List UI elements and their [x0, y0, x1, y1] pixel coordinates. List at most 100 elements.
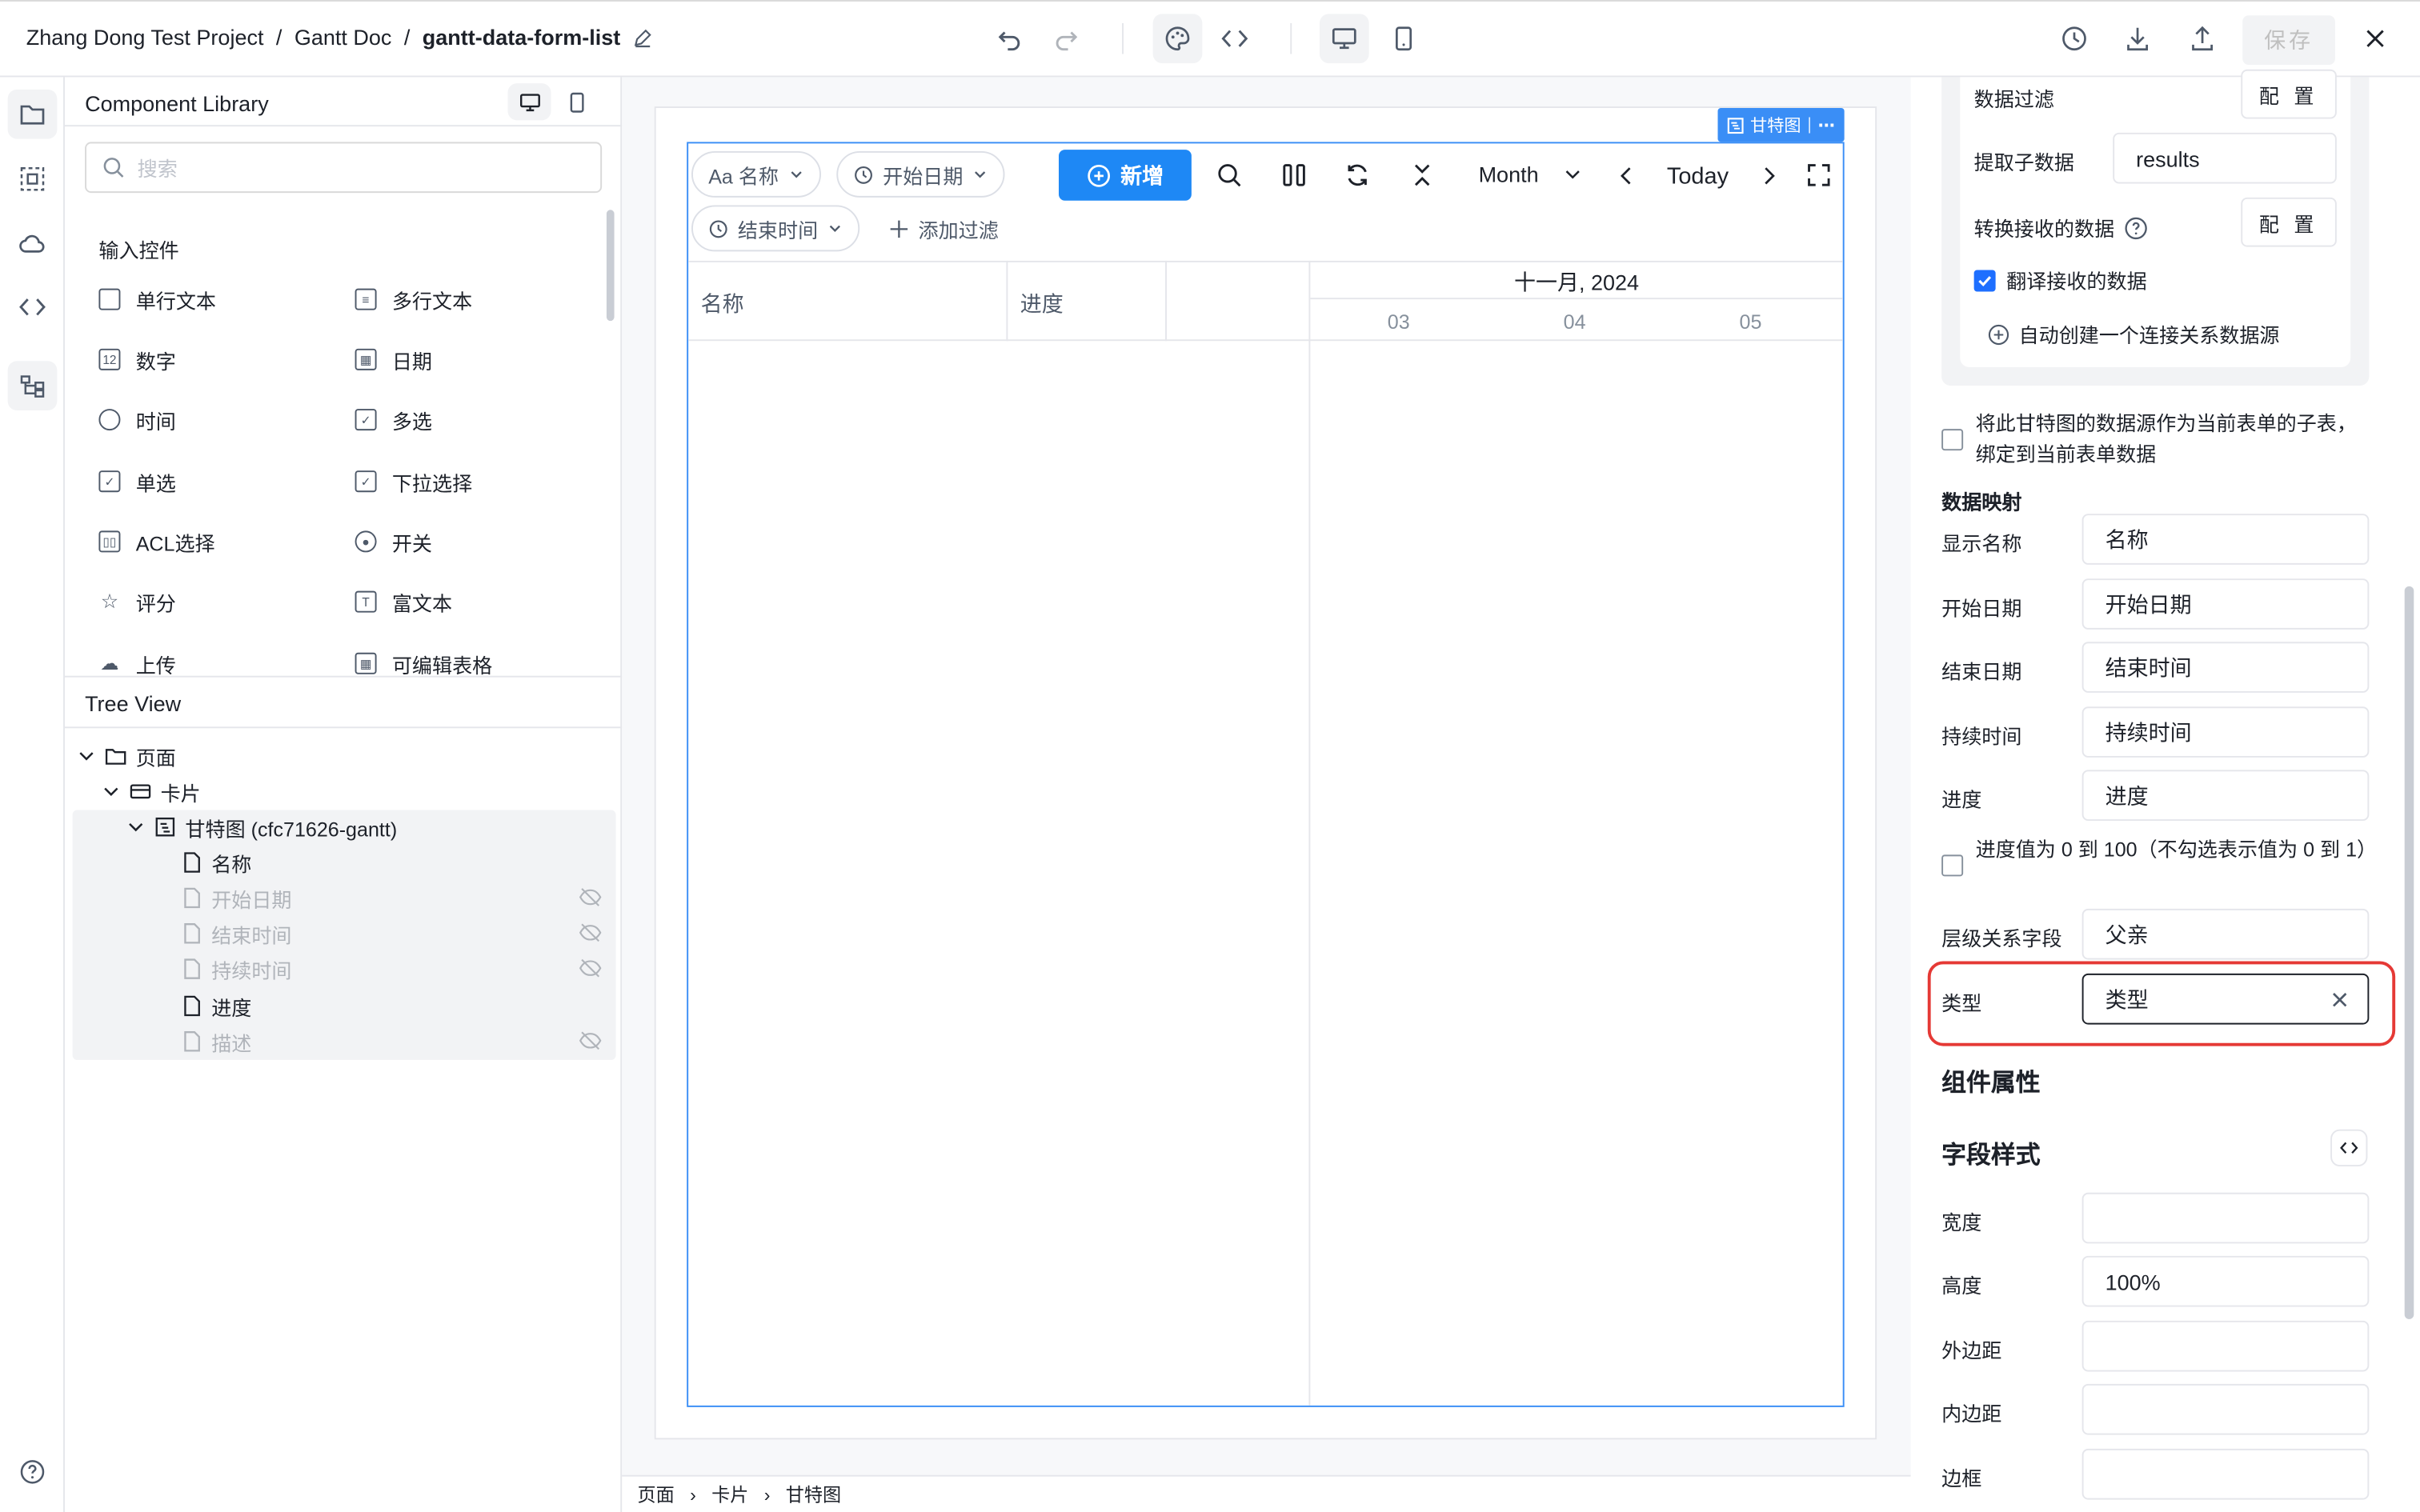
- chevron-down-icon[interactable]: [126, 818, 145, 836]
- clear-icon[interactable]: [2330, 990, 2349, 1008]
- tree-node-field-progress[interactable]: 进度: [182, 989, 251, 1022]
- tree-node-card[interactable]: 卡片: [102, 774, 201, 808]
- hierarchy-select[interactable]: 父亲: [2081, 908, 2370, 960]
- mapping-start-date-select[interactable]: 开始日期: [2081, 578, 2370, 630]
- mapping-display-name-select[interactable]: 名称: [2081, 514, 2370, 565]
- breadcrumb-project[interactable]: Zhang Dong Test Project: [26, 25, 264, 50]
- gantt-chart[interactable]: Aa 名称 开始日期 新增 Month Today 结束时间 添加过滤 名称 进…: [687, 142, 1845, 1407]
- column-header-name[interactable]: 名称: [701, 289, 744, 320]
- filter-name-pill[interactable]: Aa 名称: [691, 150, 821, 198]
- help-icon[interactable]: [2124, 215, 2149, 240]
- filter-end-time-pill[interactable]: 结束时间: [691, 205, 860, 252]
- help-icon[interactable]: [8, 1447, 58, 1497]
- tree-node-field-end[interactable]: 结束时间: [182, 917, 292, 950]
- breadcrumb-card[interactable]: 卡片: [711, 1481, 748, 1507]
- chevron-down-icon[interactable]: [77, 746, 95, 765]
- control-upload[interactable]: ☁ 上传: [98, 648, 176, 676]
- control-single-line-text[interactable]: 单行文本: [98, 284, 216, 315]
- refresh-icon[interactable]: [1344, 162, 1371, 188]
- undo-icon[interactable]: [984, 14, 1034, 63]
- tree-node-gantt[interactable]: 甘特图 (cfc71626-gantt): [126, 810, 397, 843]
- control-acl[interactable]: ▯▯ ACL选择: [98, 526, 215, 558]
- auto-create-link[interactable]: 自动创建一个连接关系数据源: [1988, 319, 2280, 349]
- eye-off-icon[interactable]: [579, 1030, 602, 1050]
- control-editable-table[interactable]: ▦ 可编辑表格: [355, 648, 492, 676]
- desktop-icon[interactable]: [507, 83, 551, 121]
- breadcrumb-page[interactable]: gantt-data-form-list: [423, 25, 620, 50]
- tree-node-field-start[interactable]: 开始日期: [182, 881, 292, 914]
- breadcrumb-doc[interactable]: Gantt Doc: [294, 25, 392, 50]
- mobile-icon[interactable]: [554, 83, 597, 120]
- cloud-icon[interactable]: [8, 219, 58, 269]
- code-icon[interactable]: [8, 282, 58, 332]
- control-single-select[interactable]: ✓ 单选: [98, 466, 176, 497]
- edit-name-icon[interactable]: [633, 27, 653, 47]
- palette-icon[interactable]: [1152, 14, 1203, 64]
- code-icon[interactable]: [2330, 1129, 2368, 1166]
- download-icon[interactable]: [2113, 14, 2162, 63]
- subtable-option[interactable]: 将此甘特图的数据源作为当前表单的子表，绑定到当前表单数据: [1941, 409, 2374, 470]
- transform-config-button[interactable]: 配 置: [2241, 197, 2337, 247]
- type-select[interactable]: 类型: [2081, 973, 2370, 1025]
- mapping-progress-select[interactable]: 进度: [2081, 770, 2370, 821]
- fullscreen-icon[interactable]: [1805, 162, 1832, 188]
- column-header-progress[interactable]: 进度: [1020, 289, 1064, 320]
- new-button[interactable]: 新增: [1058, 150, 1192, 201]
- code-icon[interactable]: [1210, 14, 1260, 63]
- control-switch[interactable]: ● 开关: [355, 526, 432, 558]
- mapping-duration-select[interactable]: 持续时间: [2081, 706, 2370, 758]
- margin-input[interactable]: [2081, 1320, 2370, 1372]
- control-rating[interactable]: ☆ 评分: [98, 586, 176, 618]
- close-icon[interactable]: [2350, 14, 2400, 63]
- tree-node-page[interactable]: 页面: [77, 739, 176, 773]
- control-dropdown[interactable]: ✓ 下拉选择: [355, 466, 472, 497]
- save-button[interactable]: 保存: [2242, 15, 2335, 65]
- tree-node-field-duration[interactable]: 持续时间: [182, 952, 292, 986]
- view-mode-select[interactable]: Month: [1479, 162, 1582, 186]
- redo-icon[interactable]: [1042, 14, 1092, 63]
- chevron-down-icon[interactable]: [102, 782, 120, 801]
- eye-off-icon[interactable]: [579, 887, 602, 907]
- search-icon[interactable]: [1216, 162, 1243, 188]
- scrollbar[interactable]: [2404, 586, 2414, 1319]
- padding-input[interactable]: [2081, 1383, 2370, 1435]
- control-time[interactable]: 时间: [98, 404, 176, 435]
- chevron-left-icon[interactable]: [1617, 165, 1636, 186]
- tree-node-field-name[interactable]: 名称: [182, 846, 251, 879]
- eye-off-icon[interactable]: [579, 958, 602, 978]
- history-icon[interactable]: [2049, 14, 2099, 63]
- extract-children-input[interactable]: results: [2113, 132, 2337, 184]
- mapping-end-date-select[interactable]: 结束时间: [2081, 642, 2370, 693]
- more-icon[interactable]: ⋯: [1818, 115, 1835, 135]
- control-multi-select[interactable]: ✓ 多选: [355, 404, 432, 435]
- scrollbar[interactable]: [606, 210, 615, 322]
- checkbox[interactable]: [1941, 854, 1964, 877]
- desktop-icon[interactable]: [1319, 14, 1369, 64]
- gantt-selection-badge[interactable]: 甘特图 | ⋯: [1717, 107, 1845, 142]
- progress-range-option[interactable]: 进度值为 0 到 100（不勾选表示值为 0 到 1）: [1941, 834, 2377, 877]
- collapse-icon[interactable]: [1409, 162, 1436, 188]
- tree-node-field-description[interactable]: 描述: [182, 1025, 251, 1058]
- breadcrumb-gantt[interactable]: 甘特图: [786, 1481, 841, 1507]
- select-area-icon[interactable]: [8, 154, 58, 204]
- control-number[interactable]: 12 数字: [98, 344, 176, 375]
- breadcrumb-page[interactable]: 页面: [637, 1481, 674, 1507]
- control-multi-line-text[interactable]: ≡ 多行文本: [355, 284, 472, 315]
- chevron-right-icon[interactable]: [1760, 165, 1778, 186]
- height-input[interactable]: 100%: [2081, 1255, 2370, 1307]
- tree-structure-icon[interactable]: [7, 361, 58, 410]
- upload-icon[interactable]: [2178, 14, 2227, 63]
- folder-icon[interactable]: [7, 89, 58, 139]
- control-date[interactable]: ▦ 日期: [355, 344, 432, 375]
- control-rich-text[interactable]: T 富文本: [355, 586, 452, 618]
- columns-icon[interactable]: [1281, 162, 1308, 188]
- border-input[interactable]: [2081, 1448, 2370, 1500]
- eye-off-icon[interactable]: [579, 922, 602, 942]
- search-input[interactable]: 搜索: [85, 142, 603, 194]
- today-button[interactable]: Today: [1667, 163, 1729, 190]
- mobile-icon[interactable]: [1378, 14, 1428, 63]
- translate-received-checkbox[interactable]: 翻译接收的数据: [1973, 266, 2147, 295]
- filter-start-date-pill[interactable]: 开始日期: [836, 150, 1005, 198]
- width-input[interactable]: [2081, 1192, 2370, 1244]
- data-filter-config-button[interactable]: 配 置: [2241, 69, 2337, 119]
